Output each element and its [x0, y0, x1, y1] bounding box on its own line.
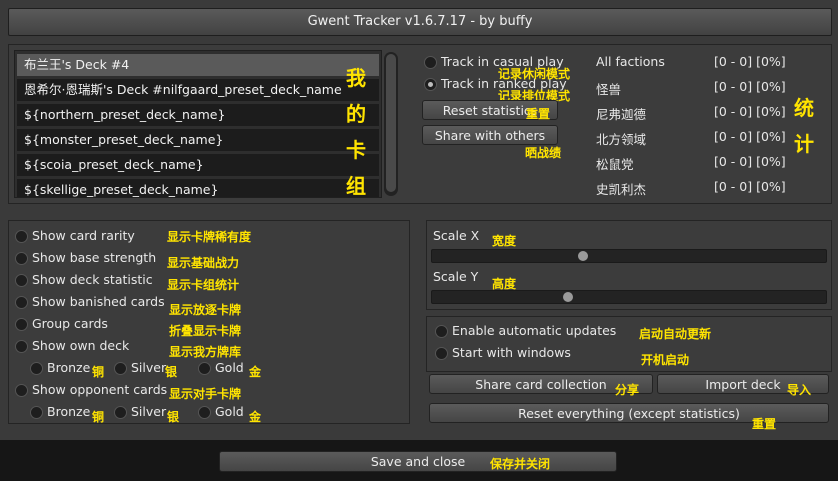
window-title: Gwent Tracker v1.6.7.17 - by buffy [8, 8, 832, 36]
share-with-others-button[interactable]: Share with others [422, 125, 558, 145]
annotation-share: 晒战绩 [525, 146, 562, 160]
annotation-my-decks-3: 卡 [346, 138, 366, 162]
annotation-my-decks-1: 我 [346, 66, 366, 90]
show-card-rarity-label: Show card rarity [32, 228, 135, 243]
deck-item[interactable]: ${northern_preset_deck_name} [17, 104, 379, 126]
annotation-deck-stat: 显示卡组统计 [167, 278, 240, 292]
own-gold-toggle[interactable] [198, 362, 211, 375]
deck-list-scrollbar[interactable] [384, 52, 398, 196]
show-opponent-cards-label: Show opponent cards [32, 382, 168, 397]
show-opponent-cards-toggle[interactable] [15, 384, 28, 397]
stat-faction: 北方领域 [596, 132, 647, 147]
stat-value: [0 - 0] [0%] [714, 54, 786, 69]
show-card-rarity-toggle[interactable] [15, 230, 28, 243]
auto-updates-label: Enable automatic updates [452, 323, 617, 338]
deck-item[interactable]: ${scoia_preset_deck_name} [17, 154, 379, 176]
group-cards-label: Group cards [32, 316, 108, 331]
start-with-windows-toggle[interactable] [435, 347, 448, 360]
save-and-close-button[interactable]: Save and close [219, 451, 617, 472]
stat-faction: All factions [596, 54, 665, 69]
track-ranked-radio[interactable] [424, 78, 437, 91]
own-bronze-label: Bronze [47, 360, 91, 375]
annotation-bronze: 铜 [92, 365, 105, 379]
stat-faction: 松鼠党 [596, 157, 634, 172]
group-cards-toggle[interactable] [15, 318, 28, 331]
stat-value: [0 - 0] [0%] [714, 179, 786, 194]
annotation-scale-x: 宽度 [492, 234, 517, 248]
deck-item[interactable]: ${skellige_preset_deck_name} [17, 179, 379, 197]
annotation-stats-1: 统 [794, 96, 814, 120]
scale-y-slider[interactable] [431, 290, 827, 304]
stat-faction: 史凯利杰 [596, 182, 647, 197]
stat-faction: 尼弗迦德 [596, 107, 647, 122]
annotation-casual: 记录休闲模式 [498, 67, 571, 81]
deck-list[interactable]: 布兰王's Deck #4 恩希尔·恩瑞斯's Deck #nilfgaard_… [14, 50, 382, 198]
own-gold-label: Gold [215, 360, 244, 375]
annotation-gold: 金 [249, 410, 262, 424]
opp-silver-label: Silver [131, 404, 167, 419]
opp-gold-toggle[interactable] [198, 406, 211, 419]
deck-item[interactable]: 布兰王's Deck #4 [17, 54, 379, 76]
show-own-deck-toggle[interactable] [15, 340, 28, 353]
own-bronze-toggle[interactable] [30, 362, 43, 375]
annotation-rarity: 显示卡牌稀有度 [167, 230, 252, 244]
track-casual-radio[interactable] [424, 56, 437, 69]
annotation-my-decks-4: 组 [346, 174, 366, 198]
stat-value: [0 - 0] [0%] [714, 79, 786, 94]
annotation-banished: 显示放逐卡牌 [169, 303, 242, 317]
auto-updates-toggle[interactable] [435, 325, 448, 338]
annotation-import: 导入 [787, 383, 812, 397]
annotation-auto-update: 启动自动更新 [639, 327, 712, 341]
show-banished-cards-toggle[interactable] [15, 296, 28, 309]
own-silver-label: Silver [131, 360, 167, 375]
stat-value: [0 - 0] [0%] [714, 104, 786, 119]
deck-item[interactable]: ${monster_preset_deck_name} [17, 129, 379, 151]
opp-bronze-label: Bronze [47, 404, 91, 419]
annotation-share-collection: 分享 [615, 383, 640, 397]
annotation-own-deck: 显示我方牌库 [169, 345, 242, 359]
stat-faction: 怪兽 [596, 82, 622, 97]
annotation-stats-2: 计 [794, 132, 814, 156]
annotation-gold: 金 [249, 365, 262, 379]
annotation-my-decks-2: 的 [346, 102, 366, 126]
annotation-reset-all: 重置 [752, 417, 777, 431]
show-deck-statistic-label: Show deck statistic [32, 272, 153, 287]
opp-silver-toggle[interactable] [114, 406, 127, 419]
annotation-silver: 银 [167, 410, 180, 424]
deck-item[interactable]: 恩希尔·恩瑞斯's Deck #nilfgaard_preset_deck_na… [17, 79, 379, 101]
scale-y-knob[interactable] [562, 292, 573, 302]
stat-value: [0 - 0] [0%] [714, 129, 786, 144]
show-base-strength-label: Show base strength [32, 250, 157, 265]
show-deck-statistic-toggle[interactable] [15, 274, 28, 287]
scale-y-label: Scale Y [433, 269, 479, 284]
scrollbar-thumb[interactable] [386, 54, 396, 192]
opp-bronze-toggle[interactable] [30, 406, 43, 419]
annotation-start-windows: 开机启动 [641, 353, 690, 367]
scale-x-slider[interactable] [431, 249, 827, 263]
annotation-silver: 银 [165, 365, 178, 379]
opp-gold-label: Gold [215, 404, 244, 419]
show-base-strength-toggle[interactable] [15, 252, 28, 265]
annotation-opponent: 显示对手卡牌 [169, 387, 242, 401]
own-silver-toggle[interactable] [114, 362, 127, 375]
annotation-save-close: 保存并关闭 [490, 457, 551, 471]
scale-x-knob[interactable] [577, 251, 588, 261]
show-banished-cards-label: Show banished cards [32, 294, 165, 309]
annotation-group: 折叠显示卡牌 [169, 324, 242, 338]
annotation-bronze: 铜 [92, 410, 105, 424]
start-with-windows-label: Start with windows [452, 345, 571, 360]
show-own-deck-label: Show own deck [32, 338, 130, 353]
annotation-reset-stats: 重置 [526, 107, 551, 121]
annotation-base-strength: 显示基础战力 [167, 256, 240, 270]
stat-value: [0 - 0] [0%] [714, 154, 786, 169]
scale-x-label: Scale X [433, 228, 480, 243]
